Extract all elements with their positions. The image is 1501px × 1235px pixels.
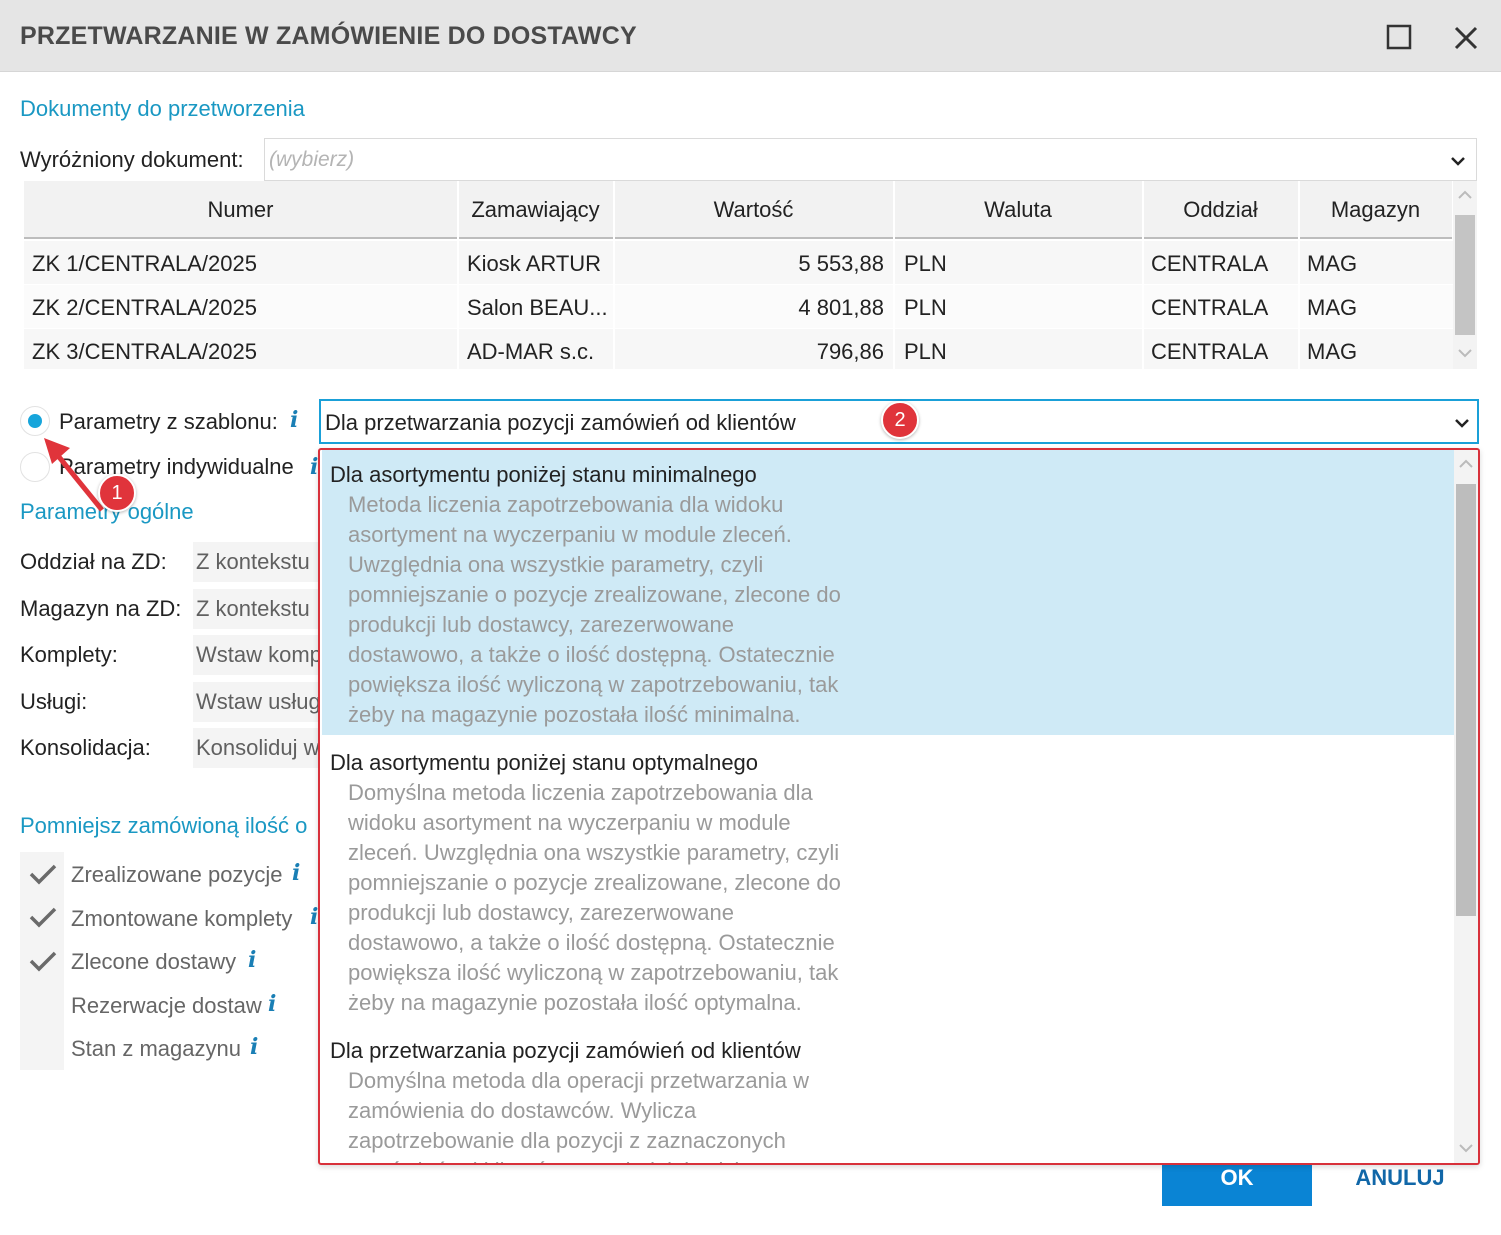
info-icon[interactable]: i (268, 991, 276, 1017)
dropdown-option-customer-orders[interactable]: Dla przetwarzania pozycji zamówień od kl… (322, 1026, 1454, 1163)
dropdown-option-optimal-stock[interactable]: Dla asortymentu poniżej stanu optymalneg… (322, 738, 1454, 1026)
scrollbar-thumb[interactable] (1456, 484, 1476, 916)
scroll-down-icon[interactable] (1458, 1142, 1474, 1154)
annotation-badge-2: 2 (881, 401, 919, 439)
column-separator (613, 181, 615, 369)
checkmark-icon[interactable] (28, 905, 58, 929)
cell-wartosc: 796,86 (816, 339, 884, 364)
featured-document-combo[interactable]: (wybierz) (264, 138, 1477, 181)
reduce-checklist (20, 852, 64, 1070)
reduce-section-title: Pomniejsz zamówioną ilość o (20, 813, 308, 838)
table-row[interactable]: ZK 3/CENTRALA/2025 AD-MAR s.c. 796,86 PL… (24, 329, 1453, 369)
maximize-icon[interactable] (1384, 22, 1414, 52)
field-warehouse[interactable]: Z kontekstu (193, 589, 323, 629)
cell-wartosc: 4 801,88 (798, 295, 884, 320)
window-title: PRZETWARZANIE W ZAMÓWIENIE DO DOSTAWCY (20, 22, 637, 50)
field-label-branch: Oddział na ZD: (20, 549, 167, 574)
dropdown-option-min-stock[interactable]: Dla asortymentu poniżej stanu minimalneg… (322, 450, 1454, 735)
column-separator (1142, 181, 1144, 369)
chevron-down-icon[interactable] (1452, 416, 1472, 430)
cell-oddzial: CENTRALA (1151, 295, 1269, 320)
featured-document-placeholder: (wybierz) (269, 148, 355, 171)
cell-zamawiajacy: Kiosk ARTUR (467, 251, 602, 276)
documents-table: Numer Zamawiający Wartość Waluta Oddział… (24, 181, 1453, 369)
cell-oddzial: CENTRALA (1151, 339, 1269, 364)
field-sets[interactable]: Wstaw komp (193, 635, 323, 675)
chevron-down-icon[interactable] (1448, 154, 1468, 168)
field-label-services: Usługi: (20, 689, 88, 714)
cell-oddzial: CENTRALA (1151, 251, 1269, 276)
option-description: Metoda liczenia zapotrzebowania dla wido… (348, 492, 841, 727)
scroll-down-icon[interactable] (1457, 347, 1473, 359)
info-icon[interactable]: i (292, 860, 300, 886)
option-description: Domyślna metoda liczenia zapotrzebowania… (348, 780, 841, 1015)
cell-zamawiajacy: Salon BEAU... (467, 295, 607, 320)
template-combo-value: Dla przetwarzania pozycji zamówień od kl… (325, 410, 796, 435)
reduce-item-assembled-sets[interactable]: Zmontowane komplety (71, 906, 292, 932)
column-header-wartosc[interactable]: Wartość (614, 181, 894, 239)
cell-waluta: PLN (904, 339, 947, 364)
column-header-waluta[interactable]: Waluta (894, 181, 1143, 239)
scroll-up-icon[interactable] (1457, 189, 1473, 201)
table-scrollbar[interactable] (1453, 181, 1477, 369)
cell-numer: ZK 2/CENTRALA/2025 (32, 295, 257, 320)
checkmark-icon[interactable] (28, 862, 58, 886)
field-services[interactable]: Wstaw usług (193, 682, 323, 722)
field-consolidation[interactable]: Konsoliduj w (193, 728, 323, 768)
radio-template-params[interactable] (20, 406, 50, 436)
documents-section-title: Dokumenty do przetworzenia (20, 96, 305, 121)
cell-magazyn: MAG (1307, 251, 1358, 276)
radio-selected-dot (28, 414, 42, 428)
field-label-warehouse: Magazyn na ZD: (20, 596, 182, 621)
cell-magazyn: MAG (1307, 295, 1358, 320)
scrollbar-thumb[interactable] (1455, 215, 1475, 335)
table-row[interactable]: ZK 1/CENTRALA/2025 Kiosk ARTUR 5 553,88 … (24, 241, 1453, 284)
cell-numer: ZK 3/CENTRALA/2025 (32, 339, 257, 364)
close-icon[interactable] (1450, 22, 1482, 54)
info-icon[interactable]: i (290, 407, 298, 433)
reduce-item-delivery-reservations[interactable]: Rezerwacje dostaw (71, 993, 262, 1019)
column-header-magazyn[interactable]: Magazyn (1299, 181, 1453, 239)
dropdown-scrollbar[interactable] (1454, 450, 1478, 1163)
template-params-label: Parametry z szablonu: (59, 409, 278, 434)
reduce-item-ordered-deliveries[interactable]: Zlecone dostawy (71, 949, 236, 975)
radio-individual-params[interactable] (20, 452, 50, 482)
column-header-zamawiajacy[interactable]: Zamawiający (458, 181, 614, 239)
cell-waluta: PLN (904, 251, 947, 276)
option-title: Dla przetwarzania pozycji zamówień od kl… (330, 1038, 801, 1063)
template-dropdown-list: Dla asortymentu poniżej stanu minimalneg… (318, 448, 1480, 1165)
featured-document-label: Wyróżniony dokument: (20, 147, 244, 172)
cell-numer: ZK 1/CENTRALA/2025 (32, 251, 257, 276)
cell-zamawiajacy: AD-MAR s.c. (467, 339, 595, 364)
cell-waluta: PLN (904, 295, 947, 320)
column-header-oddzial[interactable]: Oddział (1143, 181, 1299, 239)
title-bar: PRZETWARZANIE W ZAMÓWIENIE DO DOSTAWCY (0, 0, 1501, 72)
option-title: Dla asortymentu poniżej stanu minimalneg… (330, 462, 757, 487)
cell-wartosc: 5 553,88 (798, 251, 884, 276)
column-separator (1298, 181, 1300, 369)
field-branch[interactable]: Z kontekstu (193, 542, 323, 582)
column-header-numer[interactable]: Numer (24, 181, 458, 239)
field-label-consolidation: Konsolidacja: (20, 735, 151, 760)
option-title: Dla asortymentu poniżej stanu optymalneg… (330, 750, 759, 775)
reduce-item-realized[interactable]: Zrealizowane pozycje (71, 862, 283, 888)
scroll-up-icon[interactable] (1458, 458, 1474, 470)
field-label-sets: Komplety: (20, 642, 118, 667)
table-header: Numer Zamawiający Wartość Waluta Oddział… (24, 181, 1453, 239)
info-icon[interactable]: i (248, 947, 256, 973)
cell-magazyn: MAG (1307, 339, 1358, 364)
reduce-item-warehouse-stock[interactable]: Stan z magazynu (71, 1036, 241, 1062)
column-separator (457, 181, 459, 369)
column-separator (893, 181, 895, 369)
checkmark-icon[interactable] (28, 949, 58, 973)
individual-params-label: Parametry indywidualne (59, 454, 294, 479)
table-row[interactable]: ZK 2/CENTRALA/2025 Salon BEAU... 4 801,8… (24, 285, 1453, 328)
info-icon[interactable]: i (250, 1034, 258, 1060)
option-description: Domyślna metoda dla operacji przetwarzan… (348, 1068, 809, 1163)
annotation-badge-1: 1 (98, 474, 136, 512)
